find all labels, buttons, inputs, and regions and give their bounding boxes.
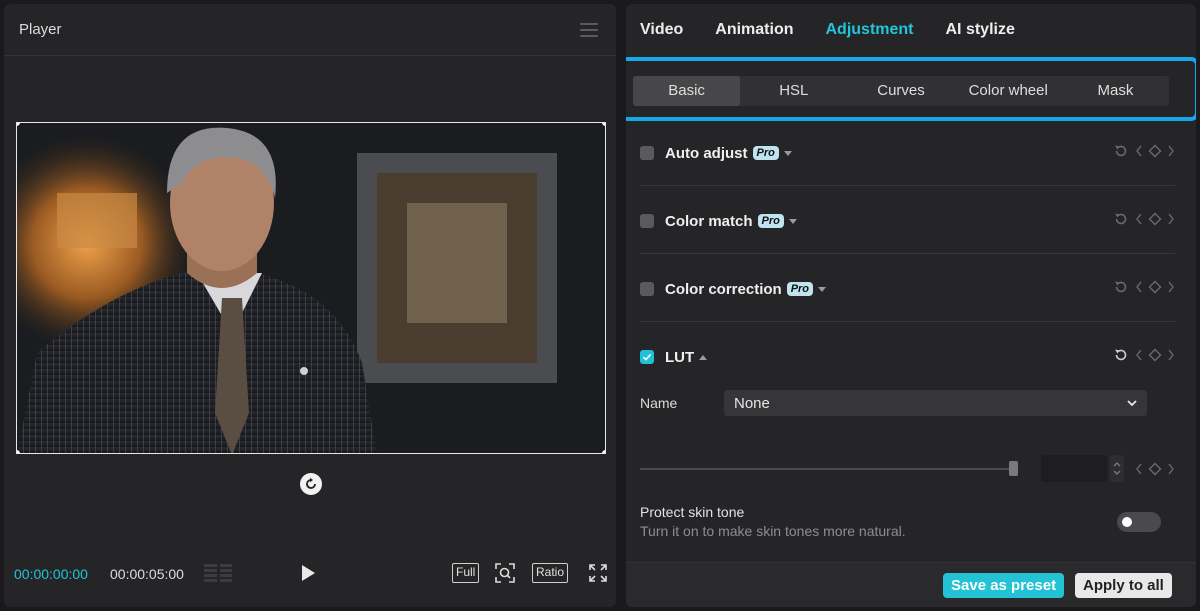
reset-icon[interactable] <box>1113 279 1129 295</box>
crop-handle-bottom-right[interactable] <box>602 450 605 453</box>
save-as-preset-button[interactable]: Save as preset <box>943 573 1065 598</box>
keyframe-nav-icon[interactable] <box>1135 280 1175 294</box>
chevron-down-icon[interactable] <box>818 286 827 292</box>
lut-label: LUT <box>665 348 695 366</box>
protect-skin-tone-title: Protect skin tone <box>640 504 745 520</box>
color-correction-checkbox[interactable] <box>640 282 654 296</box>
player-footer: 00:00:00:00 00:00:05:00 Full Ratio <box>4 552 616 596</box>
total-duration: 00:00:05:00 <box>110 566 184 582</box>
main-tabs: Video Animation Adjustment AI stylize <box>626 4 1196 56</box>
keyframe-nav-icon[interactable] <box>1135 462 1175 476</box>
timeline-grid-icon[interactable] <box>204 564 232 584</box>
crop-handle-bottom-left[interactable] <box>17 450 20 453</box>
tab-adjustment[interactable]: Adjustment <box>826 21 914 39</box>
keyframe-nav-icon[interactable] <box>1135 212 1175 226</box>
subtab-basic[interactable]: Basic <box>633 76 741 106</box>
apply-to-all-button[interactable]: Apply to all <box>1075 573 1172 598</box>
check-icon <box>642 353 652 361</box>
color-correction-section: Color correction Pro <box>640 254 1175 322</box>
zoom-fit-icon[interactable] <box>495 563 515 583</box>
tab-video[interactable]: Video <box>640 21 683 39</box>
video-image <box>17 123 605 453</box>
protect-skin-tone-description: Turn it on to make skin tones more natur… <box>640 523 906 539</box>
lut-section: LUT <box>640 322 1175 390</box>
ratio-button[interactable]: Ratio <box>532 563 569 583</box>
tab-animation[interactable]: Animation <box>715 21 793 39</box>
color-match-section: Color match Pro <box>640 186 1175 254</box>
protect-skin-tone-toggle[interactable] <box>1117 512 1161 532</box>
auto-adjust-checkbox[interactable] <box>640 146 654 160</box>
reset-icon[interactable] <box>1113 211 1129 227</box>
sub-tabs: Basic HSL Curves Color wheel Mask <box>633 76 1169 106</box>
lut-name-label: Name <box>640 395 678 411</box>
subtab-color-wheel[interactable]: Color wheel <box>955 76 1062 106</box>
pro-badge: Pro <box>786 282 814 296</box>
protect-skin-tone: Protect skin tone Turn it on to make ski… <box>640 504 1175 539</box>
lut-intensity-slider[interactable] <box>640 468 1017 470</box>
lut-intensity-input[interactable] <box>1041 455 1107 482</box>
chevron-down-icon[interactable] <box>788 218 797 224</box>
chevron-up-icon[interactable] <box>699 354 708 360</box>
adjustment-footer: Save as preset Apply to all <box>626 562 1196 607</box>
reset-icon[interactable] <box>1113 143 1129 159</box>
sub-tabs-highlight: Basic HSL Curves Color wheel Mask <box>626 57 1196 121</box>
subtab-mask[interactable]: Mask <box>1062 76 1169 106</box>
video-preview[interactable] <box>16 122 606 454</box>
pro-badge: Pro <box>752 146 779 160</box>
adjustment-panel: Video Animation Adjustment AI stylize Ba… <box>626 4 1196 607</box>
menu-icon[interactable] <box>580 22 598 37</box>
lut-intensity-stepper[interactable] <box>1110 455 1124 482</box>
color-match-checkbox[interactable] <box>640 214 654 228</box>
auto-adjust-section: Auto adjust Pro <box>640 118 1175 186</box>
player-title: Player <box>19 21 62 38</box>
subtab-curves[interactable]: Curves <box>847 76 954 106</box>
rotate-icon[interactable] <box>300 473 322 495</box>
current-time: 00:00:00:00 <box>14 566 88 582</box>
player-panel: Player 00:00:00:00 00:00:05:00 Full Rati… <box>4 4 616 607</box>
keyframe-nav-icon[interactable] <box>1135 144 1175 158</box>
tab-ai-stylize[interactable]: AI stylize <box>946 21 1015 39</box>
fullscreen-icon[interactable] <box>588 563 608 583</box>
keyframe-nav-icon[interactable] <box>1135 348 1175 362</box>
color-match-label: Color match <box>665 212 753 230</box>
auto-adjust-label: Auto adjust <box>665 144 748 162</box>
lut-intensity-slider-thumb[interactable] <box>1009 461 1018 476</box>
color-correction-label: Color correction <box>665 280 782 298</box>
subtab-hsl[interactable]: HSL <box>740 76 847 106</box>
lut-name-select[interactable]: None <box>724 390 1147 416</box>
chevron-down-icon <box>1127 400 1137 407</box>
lut-checkbox[interactable] <box>640 350 654 364</box>
lut-name-value: None <box>734 394 770 412</box>
pro-badge: Pro <box>757 214 784 228</box>
player-header: Player <box>4 4 616 56</box>
reset-icon[interactable] <box>1113 347 1129 363</box>
full-button[interactable]: Full <box>452 563 480 583</box>
lut-name-row: Name None <box>640 389 1160 417</box>
chevron-down-icon[interactable] <box>783 150 792 156</box>
crop-handle-top-right[interactable] <box>602 123 605 126</box>
stepper-arrows-icon <box>1113 462 1121 475</box>
play-button[interactable] <box>302 565 315 581</box>
lut-intensity-row <box>640 455 1175 483</box>
